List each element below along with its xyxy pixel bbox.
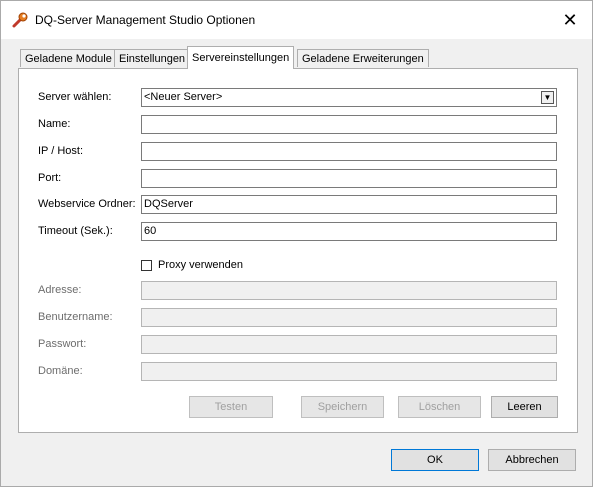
server-select-value: <Neuer Server> [144,91,223,103]
tab-geladene-erweiterungen[interactable]: Geladene Erweiterungen [297,49,429,67]
save-button[interactable]: Speichern [301,396,384,418]
tab-geladene-module[interactable]: Geladene Module [20,49,117,67]
domain-field [141,362,557,381]
username-label: Benutzername: [38,311,113,323]
domain-label: Domäne: [38,365,83,377]
host-label: IP / Host: [38,145,84,157]
username-field [141,308,557,327]
window-title: DQ-Server Management Studio Optionen [35,13,256,27]
chevron-down-icon[interactable]: ▼ [541,91,554,104]
port-field[interactable] [141,169,557,188]
ok-button[interactable]: OK [391,449,479,471]
clear-button[interactable]: Leeren [491,396,558,418]
proxy-checkbox[interactable] [141,260,152,271]
host-field[interactable] [141,142,557,161]
address-label: Adresse: [38,284,82,296]
webservice-folder-label: Webservice Ordner: [38,198,136,210]
password-field [141,335,557,354]
delete-button[interactable]: Löschen [398,396,481,418]
close-button[interactable]: ✕ [548,1,592,39]
timeout-label: Timeout (Sek.): [38,225,113,237]
proxy-label[interactable]: Proxy verwenden [158,259,243,271]
webservice-folder-field[interactable]: DQServer [141,195,557,214]
server-settings-panel: Server wählen: <Neuer Server> ▼ Name: IP… [18,68,578,433]
server-label: Server wählen: [38,91,112,103]
password-label: Passwort: [38,338,87,350]
options-dialog: DQ-Server Management Studio Optionen ✕ G… [0,0,593,487]
test-button[interactable]: Testen [189,396,273,418]
server-select[interactable]: <Neuer Server> ▼ [141,88,557,107]
timeout-field[interactable]: 60 [141,222,557,241]
tab-servereinstellungen[interactable]: Servereinstellungen [187,46,295,69]
name-field[interactable] [141,115,557,134]
address-field [141,281,557,300]
cancel-button[interactable]: Abbrechen [488,449,576,471]
title-bar: DQ-Server Management Studio Optionen ✕ [1,1,592,39]
wrench-icon [12,12,28,28]
tab-einstellungen[interactable]: Einstellungen [114,49,191,67]
name-label: Name: [38,118,71,130]
port-label: Port: [38,172,62,184]
close-icon: ✕ [562,10,578,30]
